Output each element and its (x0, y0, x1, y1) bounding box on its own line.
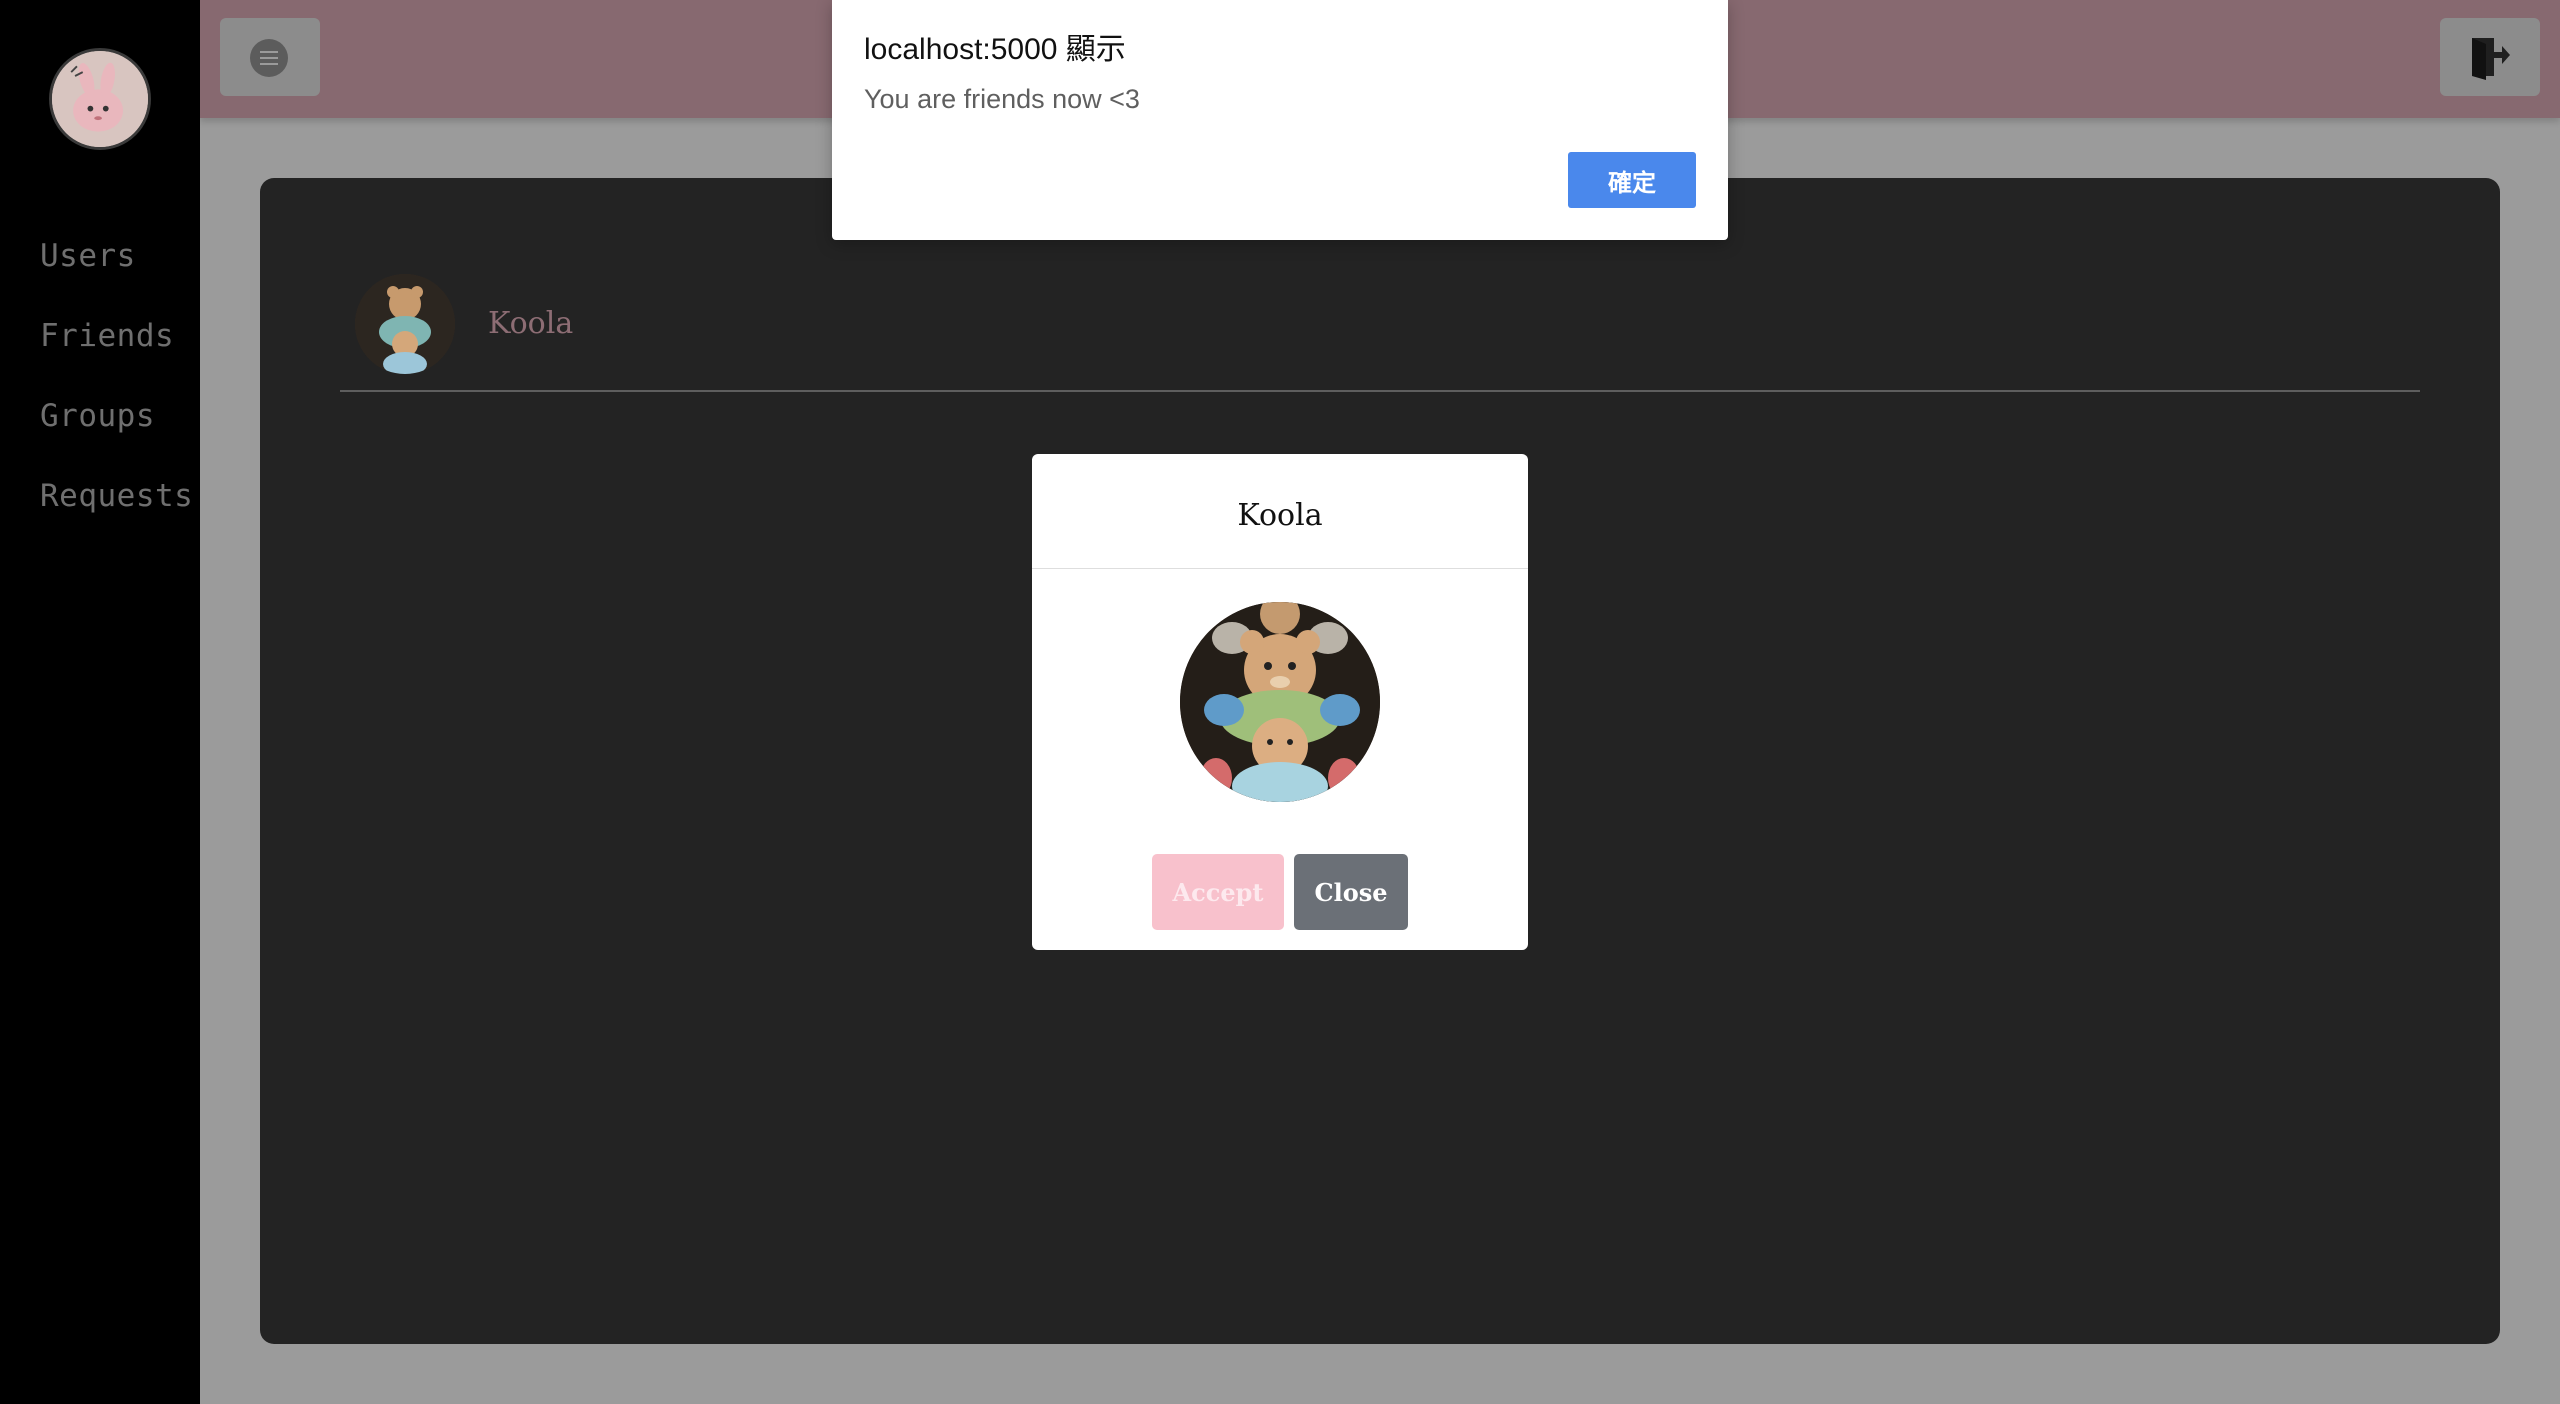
friend-name[interactable]: Koola (488, 306, 573, 341)
accept-button[interactable]: Accept (1152, 854, 1284, 930)
sidebar: Users Friends Groups Requests (0, 0, 200, 1404)
sidebar-item-requests[interactable]: Requests (40, 478, 193, 514)
divider (1032, 568, 1528, 569)
sidebar-item-friends[interactable]: Friends (40, 318, 174, 354)
logout-button[interactable] (2440, 18, 2540, 96)
modal-title: Koola (1237, 498, 1323, 533)
friend-request-modal: Koola Accept Close (1032, 454, 1528, 950)
menu-icon (250, 39, 288, 77)
bunny-logo-icon[interactable] (49, 48, 151, 150)
sidebar-item-users[interactable]: Users (40, 238, 136, 274)
logout-icon (2472, 38, 2510, 80)
divider (340, 390, 2420, 392)
alert-ok-button[interactable]: 確定 (1568, 152, 1696, 208)
teddy-bear-avatar (1180, 602, 1380, 802)
browser-alert-dialog: localhost:5000 顯示 You are friends now <3… (832, 0, 1728, 240)
close-button[interactable]: Close (1294, 854, 1408, 930)
alert-title: localhost:5000 顯示 (864, 33, 1126, 66)
alert-message: You are friends now <3 (864, 84, 1140, 114)
teddy-bear-avatar[interactable] (355, 274, 455, 374)
sidebar-item-groups[interactable]: Groups (40, 398, 155, 434)
menu-button[interactable] (220, 18, 320, 96)
